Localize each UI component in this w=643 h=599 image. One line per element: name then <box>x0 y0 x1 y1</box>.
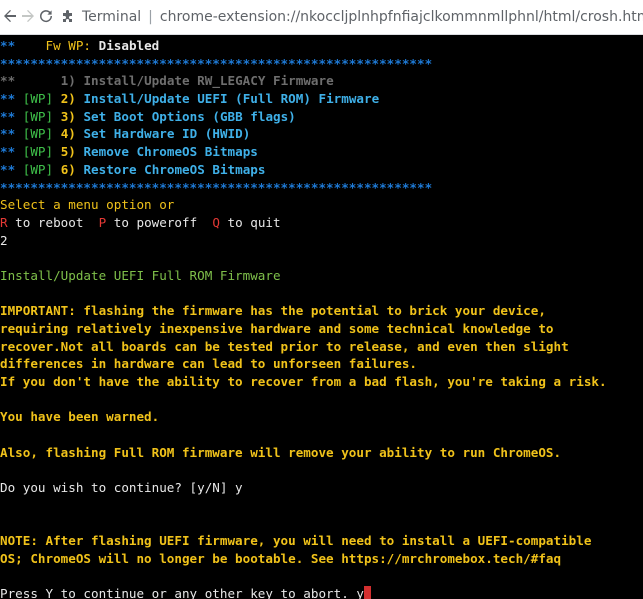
warning-line: differences in hardware can lead to unfo… <box>0 356 418 372</box>
back-button[interactable] <box>2 3 18 31</box>
note-line: NOTE: After flashing UEFI firmware, you … <box>0 533 592 549</box>
warning-line: IMPORTANT: flashing the firmware has the… <box>0 303 546 319</box>
section-title: Install/Update UEFI Full ROM Firmware <box>0 267 281 283</box>
note-line: OS; ChromeOS will no longer be bootable.… <box>0 550 562 566</box>
warning-line: requiring relatively inexpensive hardwar… <box>0 321 554 336</box>
full-rom-warning: Also, flashing Full ROM firmware will re… <box>0 444 562 460</box>
menu-item-4: ** [WP] 4) Set Hardware ID (HWID) <box>0 126 251 142</box>
user-choice: 2 <box>0 232 8 248</box>
menu-item-6: ** [WP] 6) Restore ChromeOS Bitmaps <box>0 161 266 177</box>
continue-prompt: Do you wish to continue? [y/N] y <box>0 480 243 496</box>
fw-wp-line: ** Fw WP: Disabled <box>0 38 160 53</box>
divider-top: ****************************************… <box>0 55 433 71</box>
reload-icon <box>38 7 54 27</box>
final-prompt: Press Y to continue or any other key to … <box>0 586 364 599</box>
arrow-left-icon <box>2 7 18 27</box>
quit-key: Q <box>212 214 220 230</box>
select-prompt: Select a menu option or <box>0 197 175 213</box>
site-name: Terminal <box>82 9 142 25</box>
menu-item-1: ** 1) Install/Update RW_LEGACY Firmware <box>0 73 334 89</box>
reboot-key: R <box>0 214 8 230</box>
forward-button[interactable] <box>20 3 36 31</box>
puzzle-icon <box>60 9 76 25</box>
menu-item-5: ** [WP] 5) Remove ChromeOS Bitmaps <box>0 144 258 160</box>
terminal-cursor <box>363 586 371 599</box>
warned-line: You have been warned. <box>0 409 160 425</box>
menu-item-3: ** [WP] 3) Set Boot Options (GBB flags) <box>0 108 296 124</box>
menu-item-2: ** [WP] 2) Install/Update UEFI (Full ROM… <box>0 91 380 107</box>
warning-line: recover.Not all boards can be tested pri… <box>0 338 569 354</box>
final-prompt-line: Press Y to continue or any other key to … <box>0 585 643 599</box>
reload-button[interactable] <box>38 3 54 31</box>
arrow-right-icon <box>20 7 36 27</box>
browser-toolbar: Terminal | chrome-extension://nkoccljpln… <box>0 0 643 35</box>
address-bar[interactable]: Terminal | chrome-extension://nkoccljpln… <box>60 4 643 30</box>
divider-bottom: ****************************************… <box>0 179 433 195</box>
key-options-line: R to reboot P to poweroff Q to quit <box>0 214 281 230</box>
firmware-menu: ** 1) Install/Update RW_LEGACY Firmware *… <box>0 72 643 178</box>
address-separator: | <box>148 9 153 25</box>
warning-line: If you don't have the ability to recover… <box>0 374 607 390</box>
url-text[interactable]: chrome-extension://nkoccljplnhpfnfiajclk… <box>160 9 643 25</box>
terminal-output[interactable]: ** Fw WP: Disabled *********************… <box>0 35 643 599</box>
